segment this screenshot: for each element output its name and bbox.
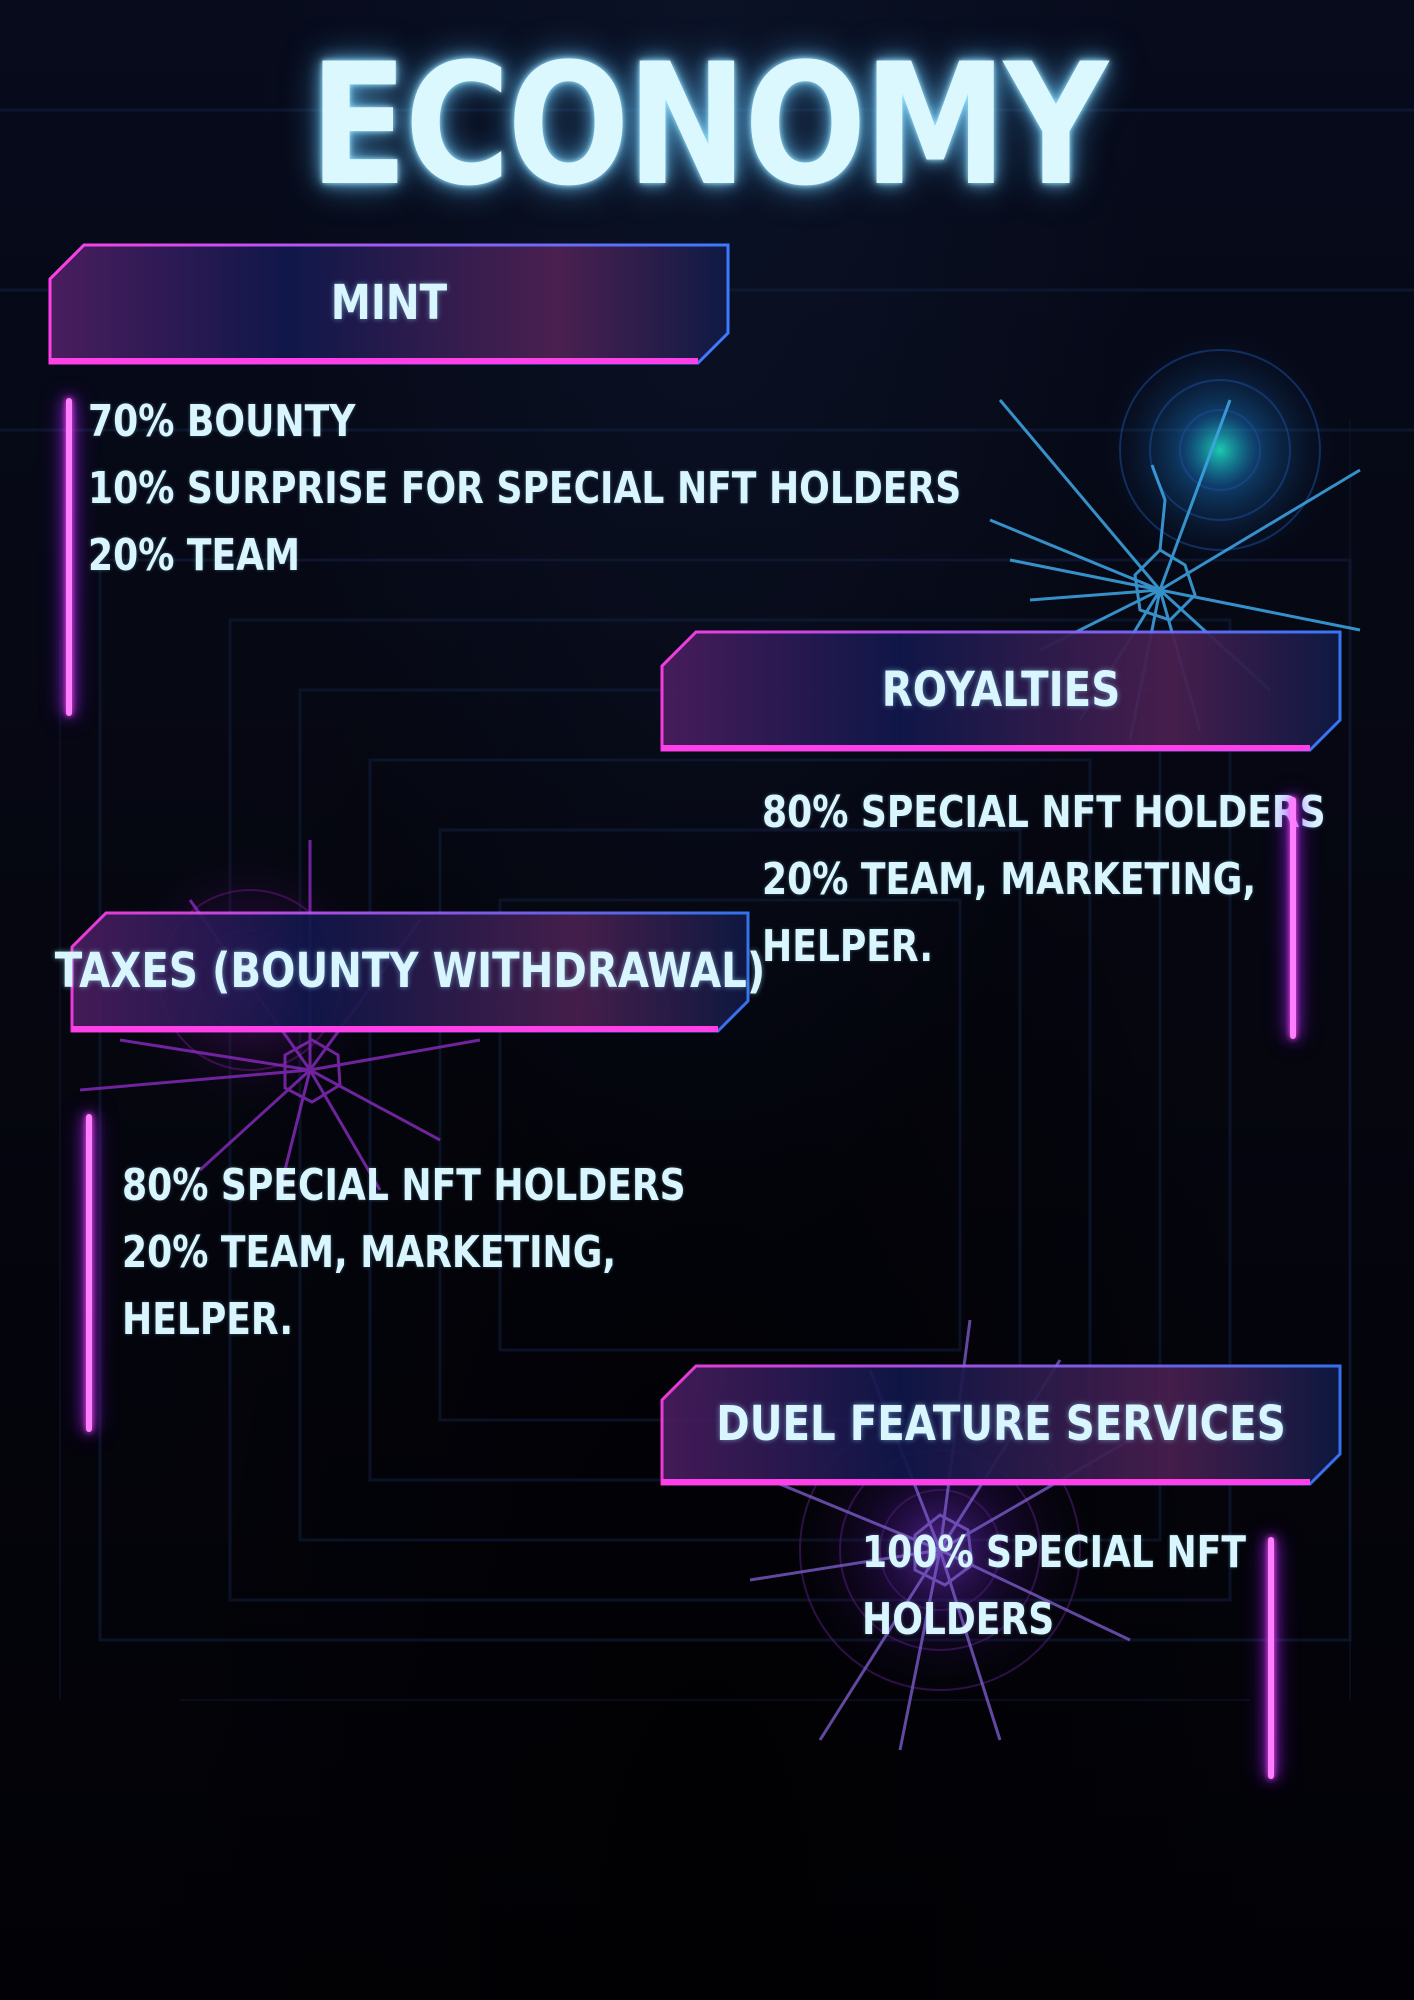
duel-heading: DUEL FEATURE SERVICES [716,1396,1286,1452]
duel-accent-line [1268,1537,1274,1779]
royalties-accent-line [1290,797,1296,1039]
taxes-item: 20% TEAM, MARKETING, [122,1227,617,1278]
page-title: ECONOMY [309,27,1108,223]
taxes-list: 80% SPECIAL NFT HOLDERS 20% TEAM, MARKET… [122,1152,809,1353]
mint-banner: MINT [48,243,730,369]
mint-accent-line [66,398,72,716]
royalties-item: HELPER. [762,921,934,972]
mint-item: 10% SURPRISE FOR SPECIAL NFT HOLDERS [88,463,962,514]
royalties-banner: ROYALTIES [660,630,1342,756]
taxes-item: 80% SPECIAL NFT HOLDERS [122,1160,686,1211]
royalties-item: 80% SPECIAL NFT HOLDERS [762,787,1326,838]
mint-item: 20% TEAM [88,530,301,581]
taxes-heading: TAXES (BOUNTY WITHDRAWAL) [54,943,766,999]
duel-list: 100% SPECIAL NFT HOLDERS [862,1519,1330,1653]
economy-page: ECONOMY MINT 70% BOUNTY 10% SURPRISE FOR… [0,0,1414,2000]
mint-list: 70% BOUNTY 10% SURPRISE FOR SPECIAL NFT … [88,388,1153,589]
duel-banner: DUEL FEATURE SERVICES [660,1364,1342,1490]
taxes-item: HELPER. [122,1294,294,1345]
royalties-heading: ROYALTIES [881,662,1121,718]
royalties-list: 80% SPECIAL NFT HOLDERS 20% TEAM, MARKET… [762,779,1414,980]
duel-item: 100% SPECIAL NFT [862,1527,1246,1578]
taxes-banner: TAXES (BOUNTY WITHDRAWAL) [54,911,766,1037]
mint-item: 70% BOUNTY [88,396,356,447]
mint-heading: MINT [330,275,448,331]
taxes-accent-line [86,1114,92,1432]
royalties-item: 20% TEAM, MARKETING, [762,854,1257,905]
duel-item: HOLDERS [862,1594,1055,1645]
